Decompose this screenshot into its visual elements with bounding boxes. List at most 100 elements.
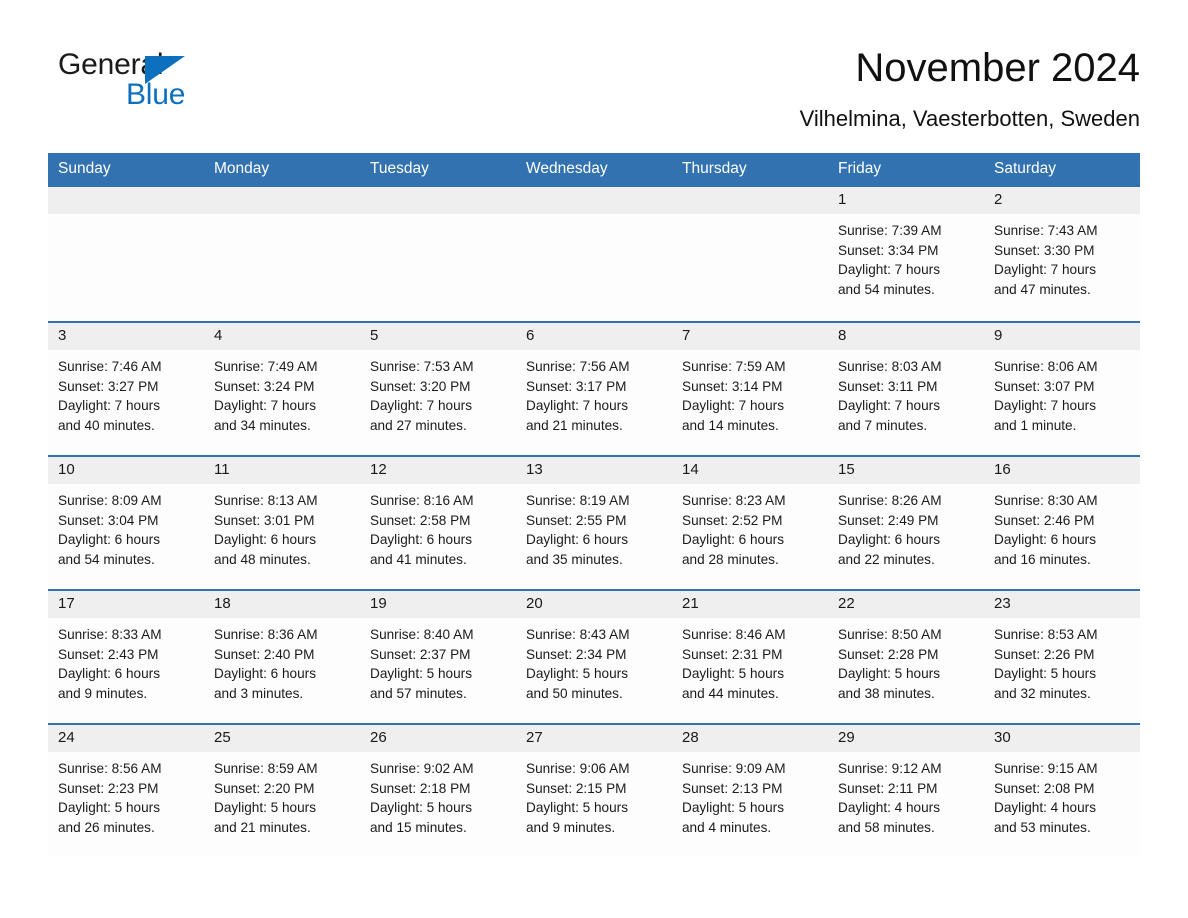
day-number: 11 [204, 456, 360, 484]
calendar-day-cell[interactable]: 10 Sunrise: 8:09 AM Sunset: 3:04 PM Dayligh… [48, 456, 204, 589]
calendar-day-cell[interactable]: 13 Sunrise: 8:19 AM Sunset: 2:55 PM Dayligh… [516, 456, 672, 589]
calendar-day-cell[interactable]: 7 Sunrise: 7:59 AM Sunset: 3:14 PM Daylight… [672, 322, 828, 455]
calendar-day-cell[interactable]: 29 Sunrise: 9:12 AM Sunset: 2:11 PM Dayligh… [828, 724, 984, 857]
daylight-text-line2: and 9 minutes. [58, 685, 148, 701]
sunrise-text: Sunrise: 8:40 AM [370, 626, 474, 642]
day-details: Sunrise: 9:02 AM Sunset: 2:18 PM Daylight:… [360, 752, 516, 837]
daylight-text-line2: and 3 minutes. [214, 685, 304, 701]
calendar-day-cell[interactable]: 25 Sunrise: 8:59 AM Sunset: 2:20 PM Dayligh… [204, 724, 360, 857]
weekday-header-row: Sunday Monday Tuesday Wednesday Thursday… [48, 153, 1140, 187]
sunrise-text: Sunrise: 7:46 AM [58, 358, 162, 374]
daylight-text-line1: Daylight: 6 hours [58, 666, 161, 682]
sunrise-text: Sunrise: 7:43 AM [994, 222, 1098, 238]
sunset-text: Sunset: 3:14 PM [682, 378, 783, 394]
day-details: Sunrise: 7:59 AM Sunset: 3:14 PM Daylight:… [672, 350, 828, 435]
daylight-text-line1: Daylight: 5 hours [214, 800, 317, 816]
calendar-day-cell[interactable]: 16 Sunrise: 8:30 AM Sunset: 2:46 PM Dayligh… [984, 456, 1140, 589]
general-blue-logo[interactable]: General Blue [48, 44, 198, 116]
day-details: Sunrise: 8:16 AM Sunset: 2:58 PM Daylight:… [360, 484, 516, 569]
logo-word-blue: Blue [126, 78, 186, 111]
page-subtitle: Vilhelmina, Vaesterbotten, Sweden [799, 105, 1140, 131]
day-details: Sunrise: 8:59 AM Sunset: 2:20 PM Daylight:… [204, 752, 360, 837]
calendar-grid: Sunday Monday Tuesday Wednesday Thursday… [48, 153, 1140, 857]
day-number: 10 [48, 456, 204, 484]
calendar-day-cell[interactable]: 3 Sunrise: 7:46 AM Sunset: 3:27 PM Daylight… [48, 322, 204, 455]
sunset-text: Sunset: 2:28 PM [838, 646, 939, 662]
calendar-day-cell[interactable]: 22 Sunrise: 8:50 AM Sunset: 2:28 PM Dayligh… [828, 590, 984, 723]
calendar-day-cell[interactable]: 5 Sunrise: 7:53 AM Sunset: 3:20 PM Daylight… [360, 322, 516, 455]
calendar-day-cell-empty [48, 186, 204, 321]
daylight-text-line2: and 53 minutes. [994, 819, 1091, 835]
daylight-text-line1: Daylight: 7 hours [994, 262, 1097, 278]
sunset-text: Sunset: 3:07 PM [994, 378, 1095, 394]
daylight-text-line2: and 28 minutes. [682, 551, 779, 567]
calendar-day-cell-empty [204, 186, 360, 321]
sunrise-text: Sunrise: 8:30 AM [994, 492, 1098, 508]
sunrise-text: Sunrise: 8:56 AM [58, 760, 162, 776]
day-number: 17 [48, 590, 204, 618]
daylight-text-line1: Daylight: 5 hours [526, 800, 629, 816]
calendar-day-cell[interactable]: 2 Sunrise: 7:43 AM Sunset: 3:30 PM Daylight… [984, 186, 1140, 321]
calendar-day-cell[interactable]: 18 Sunrise: 8:36 AM Sunset: 2:40 PM Dayligh… [204, 590, 360, 723]
day-number: 25 [204, 724, 360, 752]
daylight-text-line1: Daylight: 6 hours [994, 532, 1097, 548]
day-details: Sunrise: 8:40 AM Sunset: 2:37 PM Daylight:… [360, 618, 516, 703]
daylight-text-line1: Daylight: 6 hours [370, 532, 473, 548]
calendar-day-cell[interactable]: 17 Sunrise: 8:33 AM Sunset: 2:43 PM Dayligh… [48, 590, 204, 723]
calendar-week-row: 3 Sunrise: 7:46 AM Sunset: 3:27 PM Daylight… [48, 320, 1140, 455]
day-number: 22 [828, 590, 984, 618]
daylight-text-line1: Daylight: 7 hours [838, 262, 941, 278]
daylight-text-line2: and 54 minutes. [838, 281, 935, 297]
calendar-day-cell[interactable]: 26 Sunrise: 9:02 AM Sunset: 2:18 PM Dayligh… [360, 724, 516, 857]
daylight-text-line2: and 21 minutes. [214, 819, 311, 835]
daylight-text-line1: Daylight: 5 hours [58, 800, 161, 816]
sunset-text: Sunset: 3:27 PM [58, 378, 159, 394]
weekday-header-saturday: Saturday [994, 160, 1057, 178]
sunrise-text: Sunrise: 7:39 AM [838, 222, 942, 238]
daylight-text-line1: Daylight: 5 hours [682, 666, 785, 682]
day-details: Sunrise: 8:09 AM Sunset: 3:04 PM Daylight:… [48, 484, 204, 569]
sunrise-text: Sunrise: 9:12 AM [838, 760, 942, 776]
calendar-day-cell[interactable]: 23 Sunrise: 8:53 AM Sunset: 2:26 PM Dayligh… [984, 590, 1140, 723]
daylight-text-line2: and 21 minutes. [526, 417, 623, 433]
calendar-day-cell[interactable]: 8 Sunrise: 8:03 AM Sunset: 3:11 PM Daylight… [828, 322, 984, 455]
daylight-text-line1: Daylight: 6 hours [682, 532, 785, 548]
sunset-text: Sunset: 2:18 PM [370, 780, 471, 796]
calendar-day-cell[interactable]: 1 Sunrise: 7:39 AM Sunset: 3:34 PM Daylight… [828, 186, 984, 321]
day-number [204, 186, 360, 214]
daylight-text-line1: Daylight: 7 hours [214, 398, 317, 414]
sunset-text: Sunset: 2:26 PM [994, 646, 1095, 662]
day-number: 26 [360, 724, 516, 752]
calendar-day-cell-empty [672, 186, 828, 321]
calendar-day-cell[interactable]: 21 Sunrise: 8:46 AM Sunset: 2:31 PM Dayligh… [672, 590, 828, 723]
day-details: Sunrise: 8:03 AM Sunset: 3:11 PM Daylight:… [828, 350, 984, 435]
calendar-day-cell[interactable]: 12 Sunrise: 8:16 AM Sunset: 2:58 PM Dayligh… [360, 456, 516, 589]
calendar-day-cell[interactable]: 24 Sunrise: 8:56 AM Sunset: 2:23 PM Dayligh… [48, 724, 204, 857]
page-title: November 2024 [855, 46, 1140, 90]
daylight-text-line2: and 58 minutes. [838, 819, 935, 835]
day-number: 7 [672, 322, 828, 350]
calendar-day-cell[interactable]: 28 Sunrise: 9:09 AM Sunset: 2:13 PM Dayligh… [672, 724, 828, 857]
sunrise-text: Sunrise: 8:16 AM [370, 492, 474, 508]
sunrise-text: Sunrise: 8:13 AM [214, 492, 318, 508]
calendar-day-cell[interactable]: 6 Sunrise: 7:56 AM Sunset: 3:17 PM Daylight… [516, 322, 672, 455]
day-details: Sunrise: 8:30 AM Sunset: 2:46 PM Daylight:… [984, 484, 1140, 569]
calendar-day-cell[interactable]: 4 Sunrise: 7:49 AM Sunset: 3:24 PM Daylight… [204, 322, 360, 455]
calendar-day-cell[interactable]: 9 Sunrise: 8:06 AM Sunset: 3:07 PM Daylight… [984, 322, 1140, 455]
calendar-day-cell[interactable]: 19 Sunrise: 8:40 AM Sunset: 2:37 PM Dayligh… [360, 590, 516, 723]
calendar-day-cell[interactable]: 20 Sunrise: 8:43 AM Sunset: 2:34 PM Dayligh… [516, 590, 672, 723]
day-number [360, 186, 516, 214]
calendar-day-cell[interactable]: 15 Sunrise: 8:26 AM Sunset: 2:49 PM Dayligh… [828, 456, 984, 589]
day-number: 27 [516, 724, 672, 752]
day-details: Sunrise: 8:50 AM Sunset: 2:28 PM Daylight:… [828, 618, 984, 703]
day-details: Sunrise: 8:26 AM Sunset: 2:49 PM Daylight:… [828, 484, 984, 569]
calendar-day-cell[interactable]: 27 Sunrise: 9:06 AM Sunset: 2:15 PM Dayligh… [516, 724, 672, 857]
calendar-day-cell[interactable]: 14 Sunrise: 8:23 AM Sunset: 2:52 PM Dayligh… [672, 456, 828, 589]
day-number [516, 186, 672, 214]
calendar-day-cell[interactable]: 30 Sunrise: 9:15 AM Sunset: 2:08 PM Dayligh… [984, 724, 1140, 857]
sunset-text: Sunset: 2:23 PM [58, 780, 159, 796]
calendar-day-cell-empty [360, 186, 516, 321]
day-details: Sunrise: 8:33 AM Sunset: 2:43 PM Daylight:… [48, 618, 204, 703]
calendar-day-cell[interactable]: 11 Sunrise: 8:13 AM Sunset: 3:01 PM Dayligh… [204, 456, 360, 589]
day-number: 8 [828, 322, 984, 350]
